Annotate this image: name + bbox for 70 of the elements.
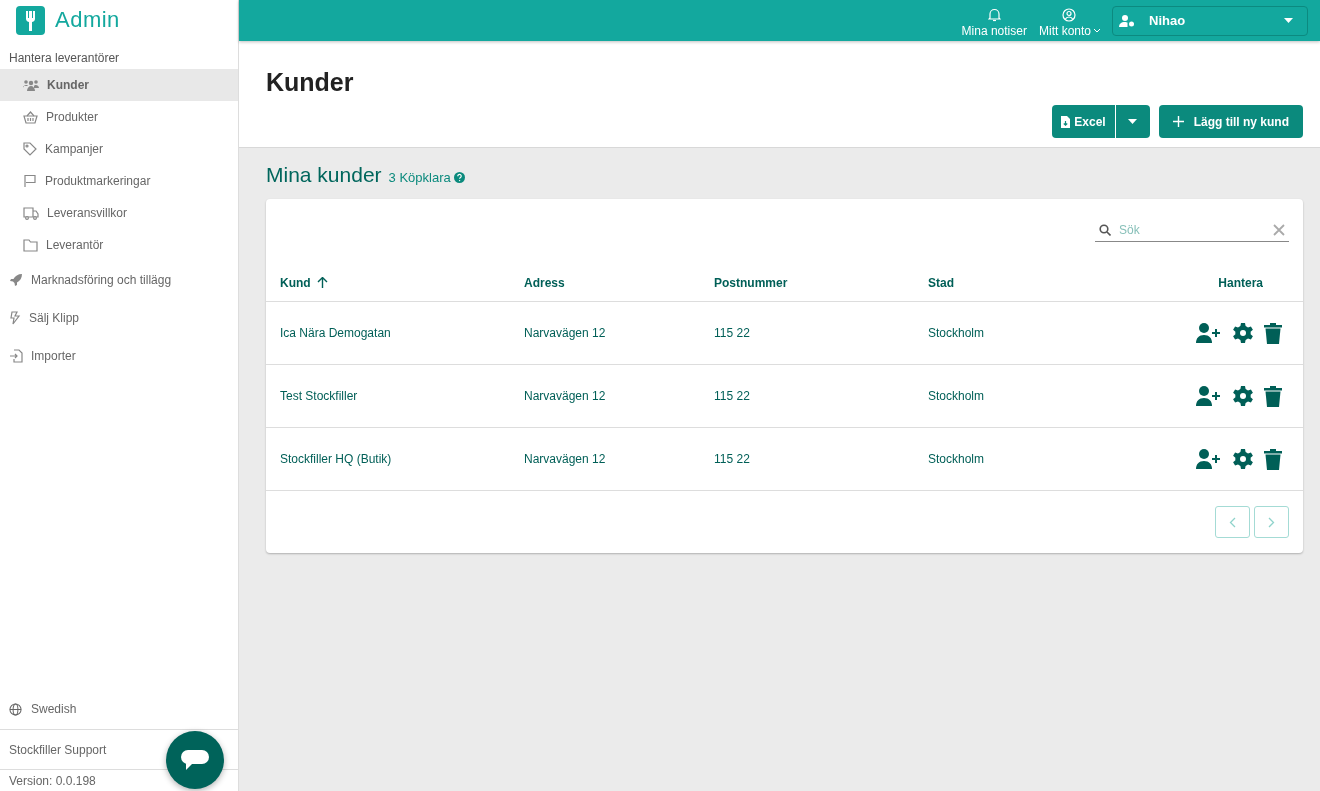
section-heading: Hantera leverantörer	[8, 50, 121, 67]
sidebar-item[interactable]: Kampanjer	[0, 133, 238, 165]
add-user-icon[interactable]	[1196, 449, 1222, 469]
delete-icon[interactable]	[1264, 322, 1282, 344]
column-header[interactable]: Postnummer	[700, 242, 914, 302]
column-header[interactable]: Hantera	[1108, 242, 1303, 302]
settings-icon[interactable]	[1233, 449, 1253, 469]
bolt-icon	[9, 311, 21, 325]
table-cell: 115 22	[700, 365, 914, 428]
user-settings-icon	[1119, 14, 1135, 27]
people-icon	[23, 79, 39, 91]
help-icon[interactable]	[453, 172, 465, 183]
rocket-icon	[9, 273, 23, 287]
chevron-right-icon	[1268, 516, 1275, 528]
delete-icon[interactable]	[1264, 385, 1282, 407]
chat-icon	[180, 747, 210, 773]
table-cell: Stockholm	[914, 302, 1109, 365]
logo-icon	[16, 5, 45, 35]
dropdown-button[interactable]	[1115, 105, 1150, 138]
bell-icon	[987, 7, 1001, 22]
plus-icon	[1172, 116, 1184, 127]
globe-icon	[9, 702, 22, 716]
table-cell: Narvavägen 12	[510, 428, 700, 491]
column-header[interactable]: Adress	[510, 242, 700, 302]
table-cell: Ica Nära Demogatan	[266, 302, 510, 365]
user-circle-icon	[1062, 7, 1077, 22]
version-text: Version: 0.0.198	[8, 772, 97, 790]
language-selector[interactable]: Swedish	[0, 689, 238, 730]
sidebar-item[interactable]: Leverantör	[0, 229, 238, 261]
chat-button[interactable]	[166, 731, 224, 789]
caret-icon	[1128, 119, 1138, 124]
truck-icon	[23, 206, 39, 220]
sidebar-item[interactable]: Leveransvillkor	[0, 197, 238, 229]
file-download-icon	[1061, 115, 1071, 128]
column-header[interactable]: Stad	[914, 242, 1109, 302]
settings-icon[interactable]	[1233, 323, 1253, 343]
table-cell: Stockfiller HQ (Butik)	[266, 428, 510, 491]
column-header[interactable]: Kund	[266, 242, 510, 302]
folder-icon	[23, 238, 38, 252]
delete-icon[interactable]	[1264, 448, 1282, 470]
add-user-icon[interactable]	[1196, 323, 1222, 343]
section-title: Mina kunder	[266, 163, 382, 187]
basket-icon	[23, 110, 38, 124]
sidebar-item[interactable]: Sälj Klipp	[0, 299, 238, 337]
chevron-left-icon	[1229, 516, 1236, 528]
table-cell: 115 22	[700, 302, 914, 365]
tag-icon	[23, 142, 37, 156]
ready-count: 3 Köpklara	[388, 170, 451, 185]
page-title: Kunder	[266, 68, 355, 97]
table-cell: Narvavägen 12	[510, 302, 700, 365]
sidebar-item[interactable]: Kunder	[0, 69, 238, 101]
table-cell: Test Stockfiller	[266, 365, 510, 428]
import-icon	[9, 349, 23, 363]
excel-export-button[interactable]: Excel	[1052, 105, 1115, 138]
flag-icon	[23, 174, 37, 188]
table-cell: Stockholm	[914, 365, 1109, 428]
table-cell: Stockholm	[914, 428, 1109, 491]
table-cell: Narvavägen 12	[510, 365, 700, 428]
sidebar-item[interactable]: Produktmarkeringar	[0, 165, 238, 197]
chevron-down-icon	[1094, 28, 1100, 33]
add-user-icon[interactable]	[1196, 386, 1222, 406]
sidebar-item[interactable]: Produkter	[0, 101, 238, 133]
sidebar-item[interactable]: Marknadsföring och tillägg	[0, 261, 238, 299]
settings-icon[interactable]	[1233, 386, 1253, 406]
add-customer-button[interactable]: Lägg till ny kund	[1158, 105, 1303, 138]
app-title: Admin	[55, 7, 120, 33]
caret-icon	[1284, 18, 1293, 23]
sidebar-item[interactable]: Importer	[0, 337, 238, 375]
table-cell: 115 22	[700, 428, 914, 491]
search-icon	[1099, 224, 1111, 236]
